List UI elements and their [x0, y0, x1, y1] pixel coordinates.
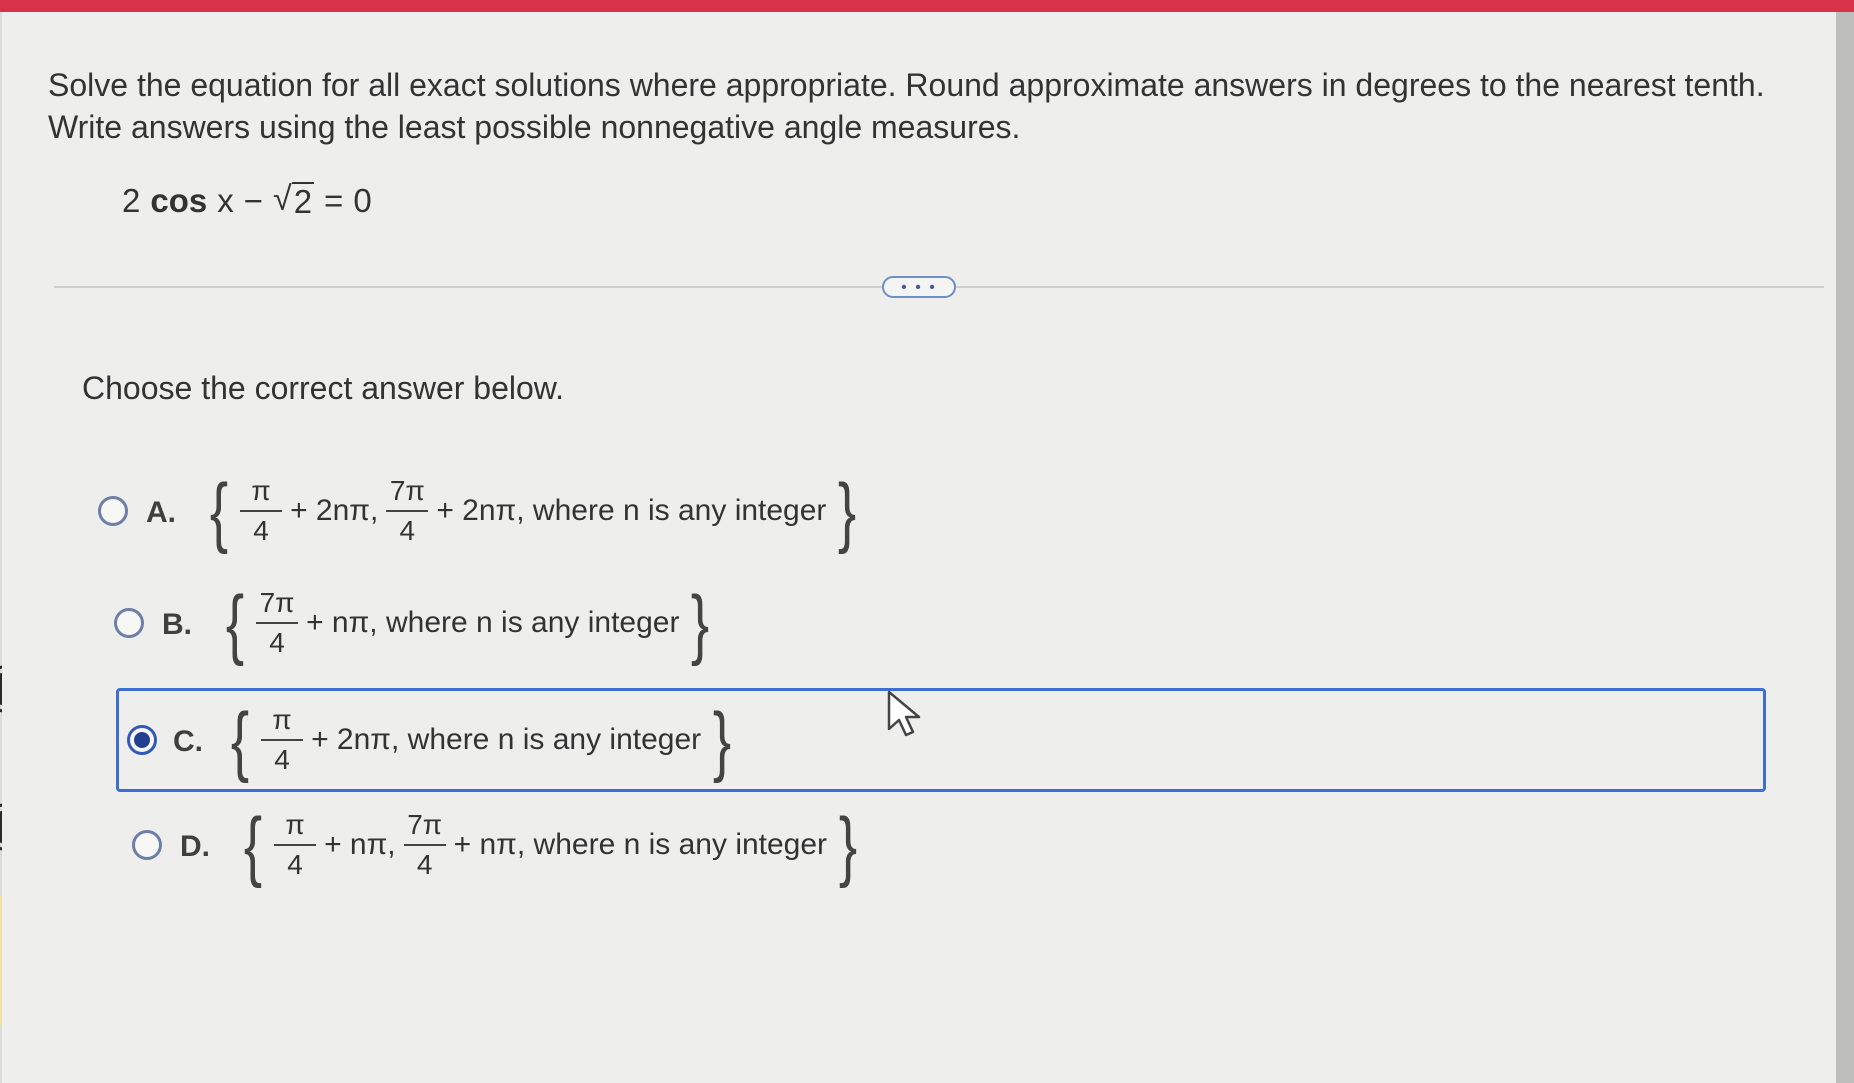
fraction-seven-pi-over-4: 7π 4	[403, 809, 446, 880]
question-instructions: Solve the equation for all exact solutio…	[48, 67, 1765, 145]
radio-button-a[interactable]	[98, 496, 128, 526]
square-root: √ 2	[273, 180, 315, 220]
question-content: Solve the equation for all exact solutio…	[2, 12, 1836, 1083]
answer-option-c[interactable]: C. { π 4 + 2nπ, where n is any integer }	[116, 688, 1766, 792]
answer-option-a[interactable]: A. { π 4 + 2nπ, 7π 4 + 2nπ, where n is a…	[98, 472, 1778, 562]
answer-option-b[interactable]: B. { 7π 4 + nπ, where n is any integer }	[114, 584, 1794, 674]
option-letter: D.	[180, 830, 210, 863]
option-term: + 2nπ, where n is any integer	[311, 723, 702, 756]
equation-operator: −	[243, 182, 264, 220]
fraction-numerator: π	[285, 809, 305, 840]
answer-option-d[interactable]: D. { π 4 + nπ, 7π 4 + nπ, where n is any…	[132, 806, 1812, 896]
radio-button-b[interactable]	[114, 608, 144, 638]
equation-coefficient: 2	[122, 182, 141, 220]
radicand: 2	[291, 182, 315, 220]
more-options-button[interactable]: • • •	[882, 276, 956, 298]
option-term: + 2nπ,	[290, 494, 379, 527]
fraction-numerator: π	[251, 475, 271, 506]
fraction-pi-over-4: π 4	[274, 809, 317, 880]
equals-sign: =	[324, 182, 344, 220]
left-brace: {	[209, 467, 229, 555]
equation-function: cos	[150, 182, 208, 220]
right-brace: }	[838, 467, 857, 555]
radical-sign: √	[273, 180, 292, 218]
fraction-denominator: 4	[253, 515, 269, 546]
fraction-numerator: π	[272, 704, 292, 735]
fraction-seven-pi-over-4: 7π 4	[256, 587, 299, 658]
fraction-denominator: 4	[269, 627, 285, 658]
option-term: + 2nπ, where n is any integer	[436, 494, 827, 527]
option-answer-b: { 7π 4 + nπ, where n is any integer }	[222, 584, 714, 662]
left-brace: {	[243, 801, 263, 889]
option-term: + nπ, where n is any integer	[453, 828, 828, 861]
option-letter: A.	[146, 496, 176, 529]
fraction-pi-over-4: π 4	[240, 475, 283, 546]
fraction-denominator: 4	[399, 515, 416, 546]
right-scrollbar[interactable]	[1836, 12, 1854, 1083]
option-letter: B.	[162, 608, 192, 641]
radio-button-c[interactable]	[127, 725, 157, 755]
right-brace: }	[691, 579, 710, 667]
right-brace: }	[713, 696, 732, 784]
fraction-seven-pi-over-4: 7π 4	[386, 475, 429, 546]
top-accent-bar	[0, 0, 1854, 12]
fraction-denominator: 4	[287, 849, 303, 880]
option-term: + nπ,	[324, 828, 396, 861]
left-brace: {	[230, 696, 250, 784]
answer-prompt: Choose the correct answer below.	[82, 370, 565, 406]
radio-button-d[interactable]	[132, 830, 162, 860]
option-letter: C.	[173, 725, 203, 758]
fraction-numerator: 7π	[389, 475, 425, 506]
fraction-denominator: 4	[274, 744, 290, 775]
option-answer-d: { π 4 + nπ, 7π 4 + nπ, where n is any in…	[240, 806, 861, 884]
equation: 2 cos x − √ 2 = 0	[122, 182, 372, 220]
radio-selected-dot	[134, 732, 150, 748]
fraction-numerator: 7π	[259, 587, 295, 618]
fraction-pi-over-4: π 4	[261, 704, 304, 775]
arrow-cursor-icon	[887, 690, 921, 737]
right-brace: }	[838, 801, 858, 889]
option-answer-c: { π 4 + 2nπ, where n is any integer }	[227, 701, 735, 779]
option-term: + nπ, where n is any integer	[306, 606, 680, 639]
option-answer-a: { π 4 + 2nπ, 7π 4 + 2nπ, where n is any …	[206, 472, 860, 550]
equation-variable: x	[217, 182, 234, 220]
fraction-denominator: 4	[416, 849, 433, 880]
fraction-numerator: 7π	[407, 809, 443, 840]
left-brace: {	[225, 579, 245, 667]
equation-result: 0	[353, 182, 372, 220]
